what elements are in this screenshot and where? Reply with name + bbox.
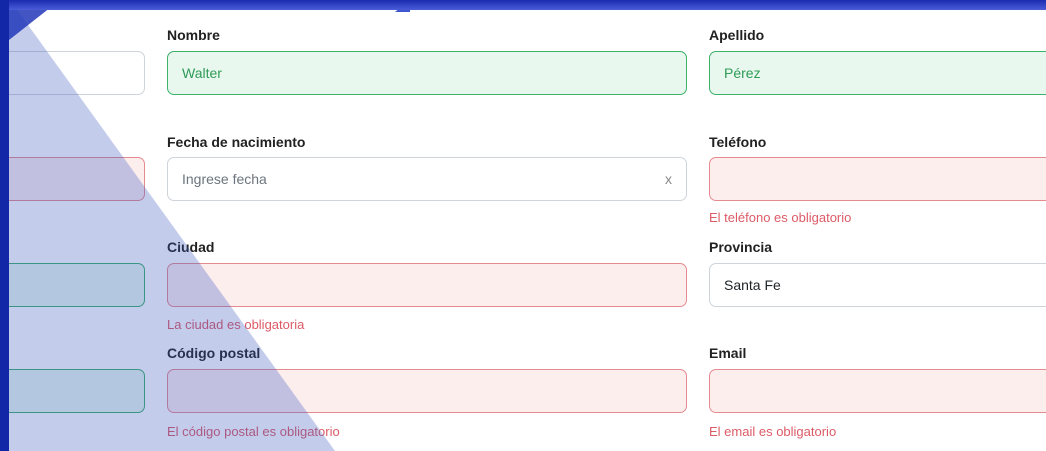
left-column-input-4[interactable] — [0, 369, 145, 413]
ciudad-input[interactable] — [167, 263, 687, 307]
telefono-label: Teléfono — [709, 134, 767, 150]
telefono-input[interactable] — [709, 157, 1046, 201]
fecha-nacimiento-input[interactable]: Ingrese fecha x — [167, 157, 687, 201]
left-column-input-3[interactable] — [0, 263, 145, 307]
left-window-strip — [0, 0, 9, 451]
left-column-input-2[interactable] — [0, 157, 145, 201]
codigo-postal-error: El código postal es obligatorio — [167, 424, 340, 439]
fecha-placeholder: Ingrese fecha — [182, 171, 267, 187]
form-screen: Nombre Walter Apellido Pérez Fecha de na… — [0, 0, 1046, 451]
ciudad-error: La ciudad es obligatoria — [167, 317, 305, 332]
email-label: Email — [709, 345, 747, 361]
email-error: El email es obligatorio — [709, 424, 837, 439]
nombre-label: Nombre — [167, 27, 220, 43]
email-input[interactable] — [709, 369, 1046, 413]
codigo-postal-input[interactable] — [167, 369, 687, 413]
provincia-select[interactable]: Santa Fe — [709, 263, 1046, 307]
nombre-input[interactable]: Walter — [167, 51, 687, 95]
apellido-input[interactable]: Pérez — [709, 51, 1046, 95]
fecha-nacimiento-label: Fecha de nacimiento — [167, 134, 306, 150]
left-column-input-1[interactable] — [0, 51, 145, 95]
clear-icon[interactable]: x — [665, 158, 672, 200]
ciudad-label: Ciudad — [167, 239, 215, 255]
apellido-label: Apellido — [709, 27, 765, 43]
telefono-error: El teléfono es obligatorio — [709, 210, 852, 225]
top-window-bar — [0, 0, 1046, 10]
codigo-postal-label: Código postal — [167, 345, 261, 361]
provincia-label: Provincia — [709, 239, 773, 255]
